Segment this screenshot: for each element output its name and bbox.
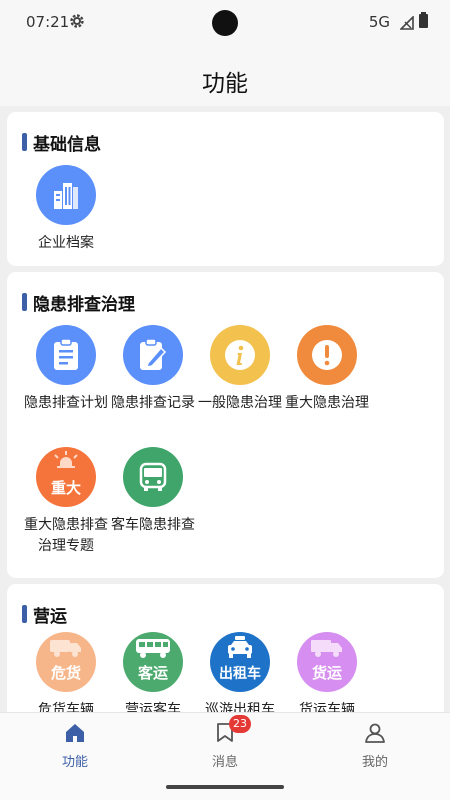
tile-label: 重大隐患治理 <box>285 395 369 411</box>
tab-label: 消息 <box>211 755 238 770</box>
tile-general-hazard[interactable]: 一般隐患治理 <box>196 325 284 414</box>
tile-cruising-taxi[interactable]: 出租车 巡游出租车 <box>196 632 284 712</box>
settings-gear-icon <box>68 12 86 34</box>
page-title: 功能 <box>202 71 248 97</box>
hazmat-truck-icon: 危货 <box>36 632 96 692</box>
tile-enterprise-file[interactable]: 企业档案 <box>22 165 110 254</box>
signal-icon <box>399 15 414 34</box>
section-hazard-inspection: 隐患排查治理 隐患排查计划 隐患排查记录 一般隐患治理 重大隐患治理 重大 重大… <box>7 272 444 578</box>
home-indicator[interactable] <box>166 785 284 789</box>
tile-label: 重大隐患排查治理专题 <box>24 517 108 554</box>
tile-hazmat-vehicles[interactable]: 危货 危货车辆 <box>22 632 110 712</box>
network-type: 5G <box>368 13 390 31</box>
header: 功能 <box>0 46 450 106</box>
front-camera <box>212 10 238 36</box>
tile-label: 隐患排查计划 <box>24 395 108 411</box>
tile-label: 客车隐患排查 <box>111 517 195 533</box>
tile-label: 隐患排查记录 <box>111 395 195 411</box>
section-accent-bar <box>22 133 27 151</box>
section-title: 隐患排查治理 <box>33 294 135 315</box>
icon-badge-text: 重大 <box>50 479 81 497</box>
bus-front-icon <box>123 447 183 507</box>
tab-mine[interactable]: 我的 <box>325 721 425 770</box>
battery-icon <box>419 12 428 28</box>
tile-passenger-bus[interactable]: 客运 营运客车 <box>109 632 197 712</box>
tile-label: 一般隐患治理 <box>198 395 282 411</box>
truck-icon: 货运 <box>297 632 357 692</box>
building-icon <box>36 165 96 225</box>
tab-messages[interactable]: 23 消息 <box>175 715 275 770</box>
tile-label: 巡游出租车 <box>205 702 275 712</box>
section-accent-bar <box>22 293 27 311</box>
status-bar: 07:21 5G <box>0 0 450 46</box>
icon-badge-text: 出租车 <box>219 666 261 682</box>
tile-major-hazard[interactable]: 重大隐患治理 <box>283 325 371 414</box>
section-header: 隐患排查治理 <box>22 292 135 315</box>
tile-label: 危货车辆 <box>38 702 94 712</box>
siren-icon: 重大 <box>36 447 96 507</box>
tab-label: 我的 <box>361 755 388 770</box>
tile-inspection-record[interactable]: 隐患排查记录 <box>109 325 197 414</box>
tab-functions[interactable]: 功能 <box>25 721 125 770</box>
section-accent-bar <box>22 605 27 623</box>
tile-label: 企业档案 <box>38 235 94 251</box>
taxi-icon: 出租车 <box>210 632 270 692</box>
tab-label: 功能 <box>61 755 88 770</box>
tile-bus-inspection[interactable]: 客车隐患排查 <box>109 447 197 536</box>
tile-major-hazard-special[interactable]: 重大 重大隐患排查治理专题 <box>22 447 110 557</box>
coach-icon: 客运 <box>123 632 183 692</box>
section-title: 基础信息 <box>33 134 101 155</box>
function-list[interactable]: 基础信息 企业档案 隐患排查治理 隐患排查计划 隐患排查记录 一般隐患治理 重大… <box>0 106 450 712</box>
section-header: 营运 <box>22 604 67 627</box>
section-operations: 营运 危货 危货车辆 客运 营运客车 出租车 巡游出租车 货运 货运车辆 <box>7 584 444 712</box>
icon-badge-text: 客运 <box>137 664 168 682</box>
user-icon <box>325 721 425 749</box>
section-basic-info: 基础信息 企业档案 <box>7 112 444 266</box>
icon-badge-text: 危货 <box>50 664 81 682</box>
home-icon <box>25 721 125 749</box>
unread-count-badge: 23 <box>229 715 251 733</box>
alert-icon <box>297 325 357 385</box>
clipboard-icon <box>36 325 96 385</box>
tile-label: 营运客车 <box>125 702 181 712</box>
tile-freight-vehicles[interactable]: 货运 货运车辆 <box>283 632 371 712</box>
info-icon <box>210 325 270 385</box>
icon-badge-text: 货运 <box>311 664 342 682</box>
section-title: 营运 <box>33 606 67 627</box>
edit-record-icon <box>123 325 183 385</box>
tile-inspection-plan[interactable]: 隐患排查计划 <box>22 325 110 414</box>
section-header: 基础信息 <box>22 132 101 155</box>
status-time: 07:21 <box>26 13 70 31</box>
message-icon: 23 <box>175 715 275 749</box>
tile-label: 货运车辆 <box>299 702 355 712</box>
